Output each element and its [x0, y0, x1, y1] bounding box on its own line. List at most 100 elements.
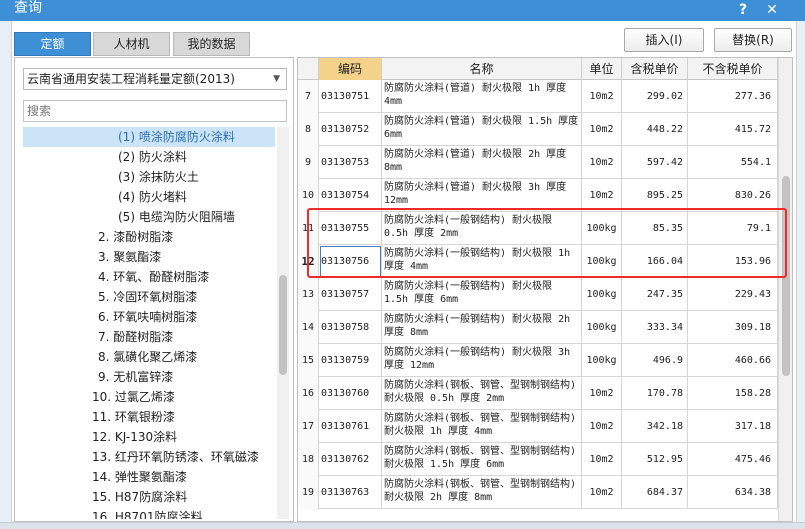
tree-item[interactable]: 12. KJ-130涂料: [23, 427, 275, 447]
cell-name[interactable]: 防腐防火涂料(管道) 耐火极限 1.5h 厚度 6mm: [382, 113, 582, 146]
cell-code[interactable]: 03130761: [319, 410, 382, 443]
table-row[interactable]: 14 03130758 防腐防火涂料(一般钢结构) 耐火极限 2h 厚度 8mm…: [298, 311, 778, 344]
search-input[interactable]: [23, 100, 287, 122]
cell-code[interactable]: 03130763: [319, 476, 382, 509]
cell-unit[interactable]: 100kg: [582, 311, 622, 344]
table-row[interactable]: 10 03130754 防腐防火涂料(管道) 耐火极限 3h 厚度 12mm 1…: [298, 179, 778, 212]
cell-tax-price[interactable]: 684.37: [622, 476, 688, 509]
tree-item[interactable]: 14. 弹性聚氨酯漆: [23, 467, 275, 487]
tree-item[interactable]: 15. H87防腐涂料: [23, 487, 275, 507]
cell-tax-price[interactable]: 166.04: [622, 245, 688, 278]
cell-name[interactable]: 防腐防火涂料(一般钢结构) 耐火极限 1.5h 厚度 6mm: [382, 278, 582, 311]
replace-button[interactable]: 替换(R): [714, 28, 792, 52]
quota-library-select[interactable]: 云南省通用安装工程消耗量定额(2013) ▼: [23, 68, 287, 90]
cell-unit[interactable]: 10m2: [582, 377, 622, 410]
cell-notax-price[interactable]: 229.43: [688, 278, 778, 311]
cell-notax-price[interactable]: 309.18: [688, 311, 778, 344]
cell-code[interactable]: 03130752: [319, 113, 382, 146]
header-unit[interactable]: 单位: [582, 58, 622, 80]
table-row[interactable]: 15 03130759 防腐防火涂料(一般钢结构) 耐火极限 3h 厚度 12m…: [298, 344, 778, 377]
cell-notax-price[interactable]: 158.28: [688, 377, 778, 410]
cell-notax-price[interactable]: 634.38: [688, 476, 778, 509]
cell-code[interactable]: 03130760: [319, 377, 382, 410]
cell-name[interactable]: 防腐防火涂料(一般钢结构) 耐火极限 3h 厚度 12mm: [382, 344, 582, 377]
tree-item[interactable]: 9. 无机富锌漆: [23, 367, 275, 387]
table-row[interactable]: 19 03130763 防腐防火涂料(钢板、钢管、型钢制钢结构) 耐火极限 2h…: [298, 476, 778, 509]
cell-tax-price[interactable]: 895.25: [622, 179, 688, 212]
cell-unit[interactable]: 100kg: [582, 245, 622, 278]
tree-item[interactable]: (2) 防火涂料: [23, 147, 275, 167]
cell-notax-price[interactable]: 277.36: [688, 80, 778, 113]
cell-name[interactable]: 防腐防火涂料(管道) 耐火极限 1h 厚度 4mm: [382, 80, 582, 113]
cell-unit[interactable]: 10m2: [582, 443, 622, 476]
cell-code[interactable]: 03130755: [319, 212, 382, 245]
table-row[interactable]: 7 03130751 防腐防火涂料(管道) 耐火极限 1h 厚度 4mm 10m…: [298, 80, 778, 113]
cell-notax-price[interactable]: 475.46: [688, 443, 778, 476]
cell-name[interactable]: 防腐防火涂料(一般钢结构) 耐火极限 2h 厚度 8mm: [382, 311, 582, 344]
table-row[interactable]: 11 03130755 防腐防火涂料(一般钢结构) 耐火极限 0.5h 厚度 2…: [298, 212, 778, 245]
table-row[interactable]: 12 03130756 防腐防火涂料(一般钢结构) 耐火极限 1h 厚度 4mm…: [298, 245, 778, 278]
cell-name[interactable]: 防腐防火涂料(钢板、钢管、型钢制钢结构) 耐火极限 2h 厚度 8mm: [382, 476, 582, 509]
tree-item[interactable]: 6. 环氧呋喃树脂漆: [23, 307, 275, 327]
tab-labor-material-machine[interactable]: 人材机: [93, 32, 170, 56]
cell-notax-price[interactable]: 79.1: [688, 212, 778, 245]
cell-notax-price[interactable]: 830.26: [688, 179, 778, 212]
insert-button[interactable]: 插入(I): [624, 28, 704, 52]
cell-code[interactable]: 03130759: [319, 344, 382, 377]
tree-item[interactable]: (3) 涂抹防火土: [23, 167, 275, 187]
cell-tax-price[interactable]: 299.02: [622, 80, 688, 113]
tree-scrollbar[interactable]: [277, 127, 289, 519]
cell-tax-price[interactable]: 597.42: [622, 146, 688, 179]
tree-item[interactable]: 4. 环氧、酚醛树脂漆: [23, 267, 275, 287]
header-code[interactable]: 编码: [319, 58, 382, 80]
help-icon[interactable]: ?: [733, 1, 753, 19]
header-name[interactable]: 名称: [382, 58, 582, 80]
tree-item[interactable]: 7. 酚醛树脂漆: [23, 327, 275, 347]
cell-tax-price[interactable]: 170.78: [622, 377, 688, 410]
cell-tax-price[interactable]: 512.95: [622, 443, 688, 476]
header-tax-price[interactable]: 含税单价: [622, 58, 688, 80]
table-row[interactable]: 17 03130761 防腐防火涂料(钢板、钢管、型钢制钢结构) 耐火极限 1h…: [298, 410, 778, 443]
table-row[interactable]: 13 03130757 防腐防火涂料(一般钢结构) 耐火极限 1.5h 厚度 6…: [298, 278, 778, 311]
cell-code[interactable]: 03130762: [319, 443, 382, 476]
cell-unit[interactable]: 100kg: [582, 212, 622, 245]
cell-notax-price[interactable]: 317.18: [688, 410, 778, 443]
cell-unit[interactable]: 100kg: [582, 344, 622, 377]
cell-name[interactable]: 防腐防火涂料(管道) 耐火极限 3h 厚度 12mm: [382, 179, 582, 212]
cell-code[interactable]: 03130751: [319, 80, 382, 113]
table-row[interactable]: 9 03130753 防腐防火涂料(管道) 耐火极限 2h 厚度 8mm 10m…: [298, 146, 778, 179]
chevron-down-icon[interactable]: ▼: [273, 69, 280, 89]
table-row[interactable]: 18 03130762 防腐防火涂料(钢板、钢管、型钢制钢结构) 耐火极限 1.…: [298, 443, 778, 476]
cell-name[interactable]: 防腐防火涂料(钢板、钢管、型钢制钢结构) 耐火极限 0.5h 厚度 2mm: [382, 377, 582, 410]
tab-my-data[interactable]: 我的数据: [173, 32, 250, 56]
tree-item[interactable]: 13. 红丹环氧防锈漆、环氧磁漆: [23, 447, 275, 467]
cell-name[interactable]: 防腐防火涂料(一般钢结构) 耐火极限 0.5h 厚度 2mm: [382, 212, 582, 245]
cell-tax-price[interactable]: 247.35: [622, 278, 688, 311]
cell-notax-price[interactable]: 153.96: [688, 245, 778, 278]
cell-tax-price[interactable]: 333.34: [622, 311, 688, 344]
cell-name[interactable]: 防腐防火涂料(一般钢结构) 耐火极限 1h 厚度 4mm: [382, 245, 582, 278]
tree-item[interactable]: 2. 漆酚树脂漆: [23, 227, 275, 247]
cell-unit[interactable]: 100kg: [582, 278, 622, 311]
cell-tax-price[interactable]: 85.35: [622, 212, 688, 245]
cell-name[interactable]: 防腐防火涂料(管道) 耐火极限 2h 厚度 8mm: [382, 146, 582, 179]
tree-scrollbar-thumb[interactable]: [279, 275, 287, 375]
table-row[interactable]: 16 03130760 防腐防火涂料(钢板、钢管、型钢制钢结构) 耐火极限 0.…: [298, 377, 778, 410]
tree-item[interactable]: 11. 环氧银粉漆: [23, 407, 275, 427]
cell-unit[interactable]: 10m2: [582, 476, 622, 509]
tree-item[interactable]: 3. 聚氨酯漆: [23, 247, 275, 267]
cell-notax-price[interactable]: 460.66: [688, 344, 778, 377]
grid-scrollbar[interactable]: [778, 58, 792, 521]
close-icon[interactable]: ✕: [762, 1, 782, 19]
tree-item[interactable]: 5. 冷固环氧树脂漆: [23, 287, 275, 307]
table-row[interactable]: 8 03130752 防腐防火涂料(管道) 耐火极限 1.5h 厚度 6mm 1…: [298, 113, 778, 146]
cell-notax-price[interactable]: 554.1: [688, 146, 778, 179]
cell-tax-price[interactable]: 496.9: [622, 344, 688, 377]
cell-tax-price[interactable]: 448.22: [622, 113, 688, 146]
cell-unit[interactable]: 10m2: [582, 179, 622, 212]
cell-unit[interactable]: 10m2: [582, 113, 622, 146]
grid-scrollbar-thumb[interactable]: [782, 176, 790, 376]
cell-unit[interactable]: 10m2: [582, 410, 622, 443]
cell-unit[interactable]: 10m2: [582, 80, 622, 113]
tree-item[interactable]: (1) 喷涂防腐防火涂料: [23, 127, 275, 147]
